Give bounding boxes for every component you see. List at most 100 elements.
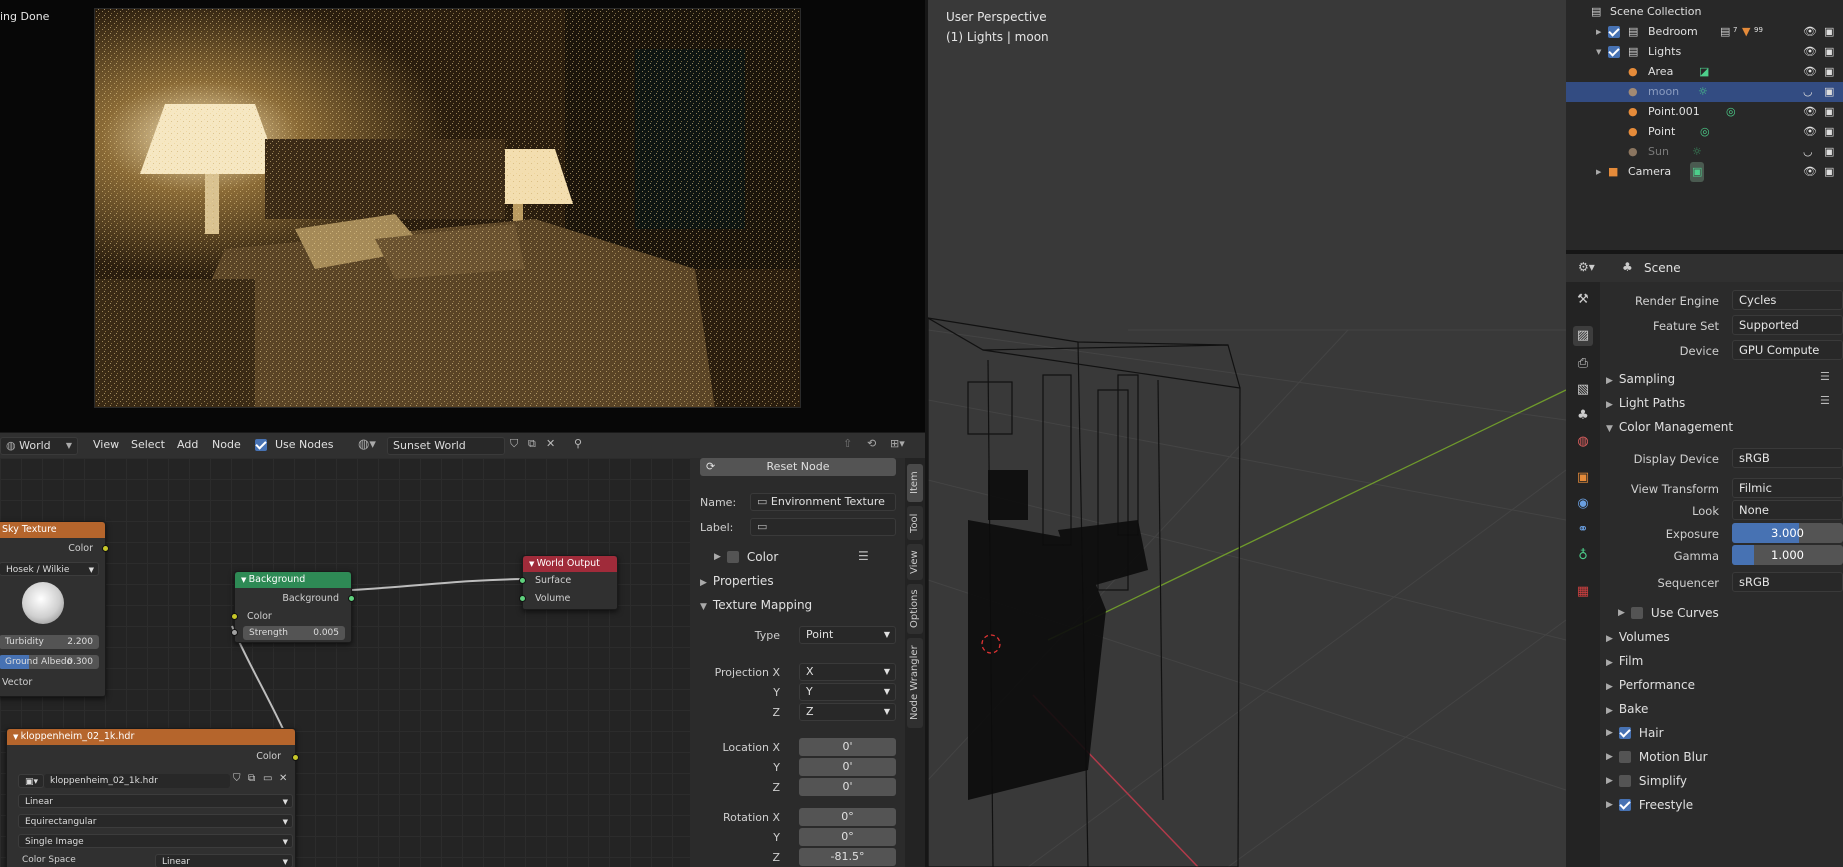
color-space-select[interactable]: Linear ▼ [155, 854, 293, 867]
source-select[interactable]: Single Image ▼ [18, 834, 293, 848]
location-z-field[interactable]: 0' [799, 778, 896, 796]
properties-panel[interactable]: ▶ Properties [700, 574, 774, 588]
hair-panel[interactable]: ▶ Hair [1606, 726, 1664, 740]
constraints-tab-icon[interactable]: ⚭ [1573, 520, 1593, 540]
editor-type-icon[interactable]: ⚙▾ [1578, 260, 1595, 274]
checkbox-icon[interactable] [1618, 727, 1631, 739]
image-name-field[interactable]: kloppenheim_02_1k.hdr [44, 774, 230, 788]
scene-tab-icon[interactable]: ♣ [1573, 406, 1593, 426]
projection-z-select[interactable]: Z ▼ [799, 703, 896, 721]
outliner-scene-collection[interactable]: ▤ Scene Collection [1566, 2, 1843, 22]
rotation-y-field[interactable]: 0° [799, 828, 896, 846]
unlink-icon[interactable]: ✕ [546, 437, 555, 450]
projection-y-select[interactable]: Y ▼ [799, 683, 896, 701]
checkbox-icon[interactable] [1630, 607, 1643, 619]
use-curves-subpanel[interactable]: ▶ Use Curves [1618, 606, 1719, 620]
device-select[interactable]: GPU Compute [1732, 340, 1843, 360]
background-node[interactable]: ▼ Background Background Color Strength 0.… [231, 571, 355, 643]
monitor-icon[interactable]: ▣ [1824, 22, 1838, 42]
performance-panel[interactable]: ▶ Performance [1606, 678, 1695, 692]
sequencer-select[interactable]: sRGB [1732, 572, 1843, 592]
fake-user-icon[interactable]: ⛉ [233, 773, 241, 784]
presets-icon[interactable]: ☰ [1820, 370, 1830, 383]
monitor-icon[interactable]: ▣ [1824, 122, 1838, 142]
outliner-row-point001[interactable]: ● Point.001 ◎ [1566, 102, 1843, 122]
node-label-field[interactable]: ▭ [750, 518, 896, 536]
film-panel[interactable]: ▶ Film [1606, 654, 1643, 668]
texture-tab-icon[interactable]: ▦ [1573, 582, 1593, 602]
checkbox-icon[interactable] [1618, 751, 1631, 763]
mapping-type-select[interactable]: Point ▼ [799, 626, 896, 644]
outliner-row-sun[interactable]: ● Sun ☼ [1566, 142, 1843, 162]
ground-albedo-field[interactable]: Ground Albedo 0.300 [0, 655, 99, 669]
duplicate-icon[interactable]: ⧉ [248, 773, 255, 784]
checkbox-icon[interactable] [1608, 46, 1620, 58]
sky-model-select[interactable]: Hosek / Wilkie ▼ [0, 562, 99, 576]
node-name-field[interactable]: ▭ Environment Texture [750, 493, 896, 511]
outliner-row-area[interactable]: ● Area ◪ [1566, 62, 1843, 82]
world-tab-icon[interactable]: ◍ [1573, 432, 1593, 452]
monitor-icon[interactable]: ▣ [1824, 162, 1838, 182]
eye-closed-icon[interactable]: ◡ [1803, 82, 1815, 102]
menu-node[interactable]: Node [212, 438, 241, 451]
world-name-field[interactable]: Sunset World [387, 437, 505, 455]
color-subpanel[interactable]: ▶ Color [714, 550, 778, 564]
unlink-icon[interactable]: ✕ [279, 773, 287, 784]
snap-icon[interactable]: ⟲ [867, 437, 876, 450]
eye-icon[interactable]: 👁 [1803, 62, 1817, 82]
strength-field[interactable]: Strength 0.005 [243, 626, 345, 640]
outliner-row-moon[interactable]: ● moon ☼ [1566, 82, 1843, 102]
view-options-icon[interactable]: ⊞▾ [890, 437, 905, 450]
input-socket[interactable] [231, 613, 238, 620]
image-browse-icon[interactable]: ▣▾ [18, 774, 44, 788]
eye-icon[interactable]: 👁 [1803, 122, 1817, 142]
tab-options[interactable]: Options [907, 584, 923, 634]
tab-node-wrangler[interactable]: Node Wrangler [907, 638, 923, 728]
world-browse-icon[interactable]: ◍▾ [358, 437, 376, 452]
tab-item[interactable]: Item [907, 464, 923, 502]
monitor-icon[interactable]: ▣ [1824, 102, 1838, 122]
bake-panel[interactable]: ▶ Bake [1606, 702, 1648, 716]
editor-type-dropdown[interactable]: ◍ World ▼ [0, 437, 78, 455]
input-socket[interactable] [519, 577, 526, 584]
object-tab-icon[interactable]: ▣ [1573, 468, 1593, 488]
gamma-slider[interactable]: 1.000 [1732, 545, 1843, 565]
node-editor-canvas[interactable]: Sky Texture Color Hosek / Wilkie ▼ Turbid… [0, 458, 690, 867]
presets-icon[interactable]: ☰ [1820, 394, 1830, 407]
presets-icon[interactable]: ☰ [858, 549, 869, 563]
sun-direction-ball[interactable] [22, 582, 64, 624]
3d-viewport[interactable]: User Perspective (1) Lights | moon [928, 0, 1566, 867]
output-socket[interactable] [102, 545, 109, 552]
eye-icon[interactable]: 👁 [1803, 162, 1817, 182]
outliner-row-camera[interactable]: ▶ ■ Camera ▣ [1566, 162, 1843, 182]
monitor-icon[interactable]: ▣ [1824, 62, 1838, 82]
environment-texture-node[interactable]: ▼ kloppenheim_02_1k.hdr Color ▣▾ kloppen… [6, 728, 299, 867]
outliner-row-point[interactable]: ● Point ◎ [1566, 122, 1843, 142]
outliner-row-bedroom[interactable]: ▶ ▤ Bedroom ▤ 7 ▼ 99 [1566, 22, 1843, 42]
input-socket[interactable] [231, 629, 238, 636]
output-socket[interactable] [348, 595, 355, 602]
simplify-panel[interactable]: ▶ Simplify [1606, 774, 1687, 788]
render-tab-icon[interactable]: ▨ [1573, 326, 1593, 346]
pin-icon[interactable]: ⚲ [574, 437, 582, 450]
monitor-icon[interactable]: ▣ [1824, 42, 1838, 62]
menu-view[interactable]: View [93, 438, 119, 451]
eye-icon[interactable]: 👁 [1803, 42, 1817, 62]
menu-select[interactable]: Select [131, 438, 165, 451]
render-engine-select[interactable]: Cycles [1732, 290, 1843, 310]
fake-user-icon[interactable]: ⛉ [510, 437, 518, 451]
projection-x-select[interactable]: X ▼ [799, 663, 896, 681]
light-paths-panel[interactable]: ▶ Light Paths [1606, 396, 1685, 410]
projection-select[interactable]: Equirectangular ▼ [18, 814, 293, 828]
exposure-slider[interactable]: 3.000 [1732, 523, 1843, 543]
physics-tab-icon[interactable]: ◉ [1573, 494, 1593, 514]
monitor-icon[interactable]: ▣ [1824, 142, 1838, 162]
output-socket[interactable] [292, 754, 299, 761]
eye-icon[interactable]: 👁 [1803, 102, 1817, 122]
view-layer-tab-icon[interactable]: ▧ [1573, 380, 1593, 400]
location-y-field[interactable]: 0' [799, 758, 896, 776]
display-device-select[interactable]: sRGB [1732, 448, 1843, 468]
monitor-icon[interactable]: ▣ [1824, 82, 1838, 102]
input-socket[interactable] [519, 595, 526, 602]
use-nodes-toggle[interactable]: Use Nodes [255, 438, 334, 451]
